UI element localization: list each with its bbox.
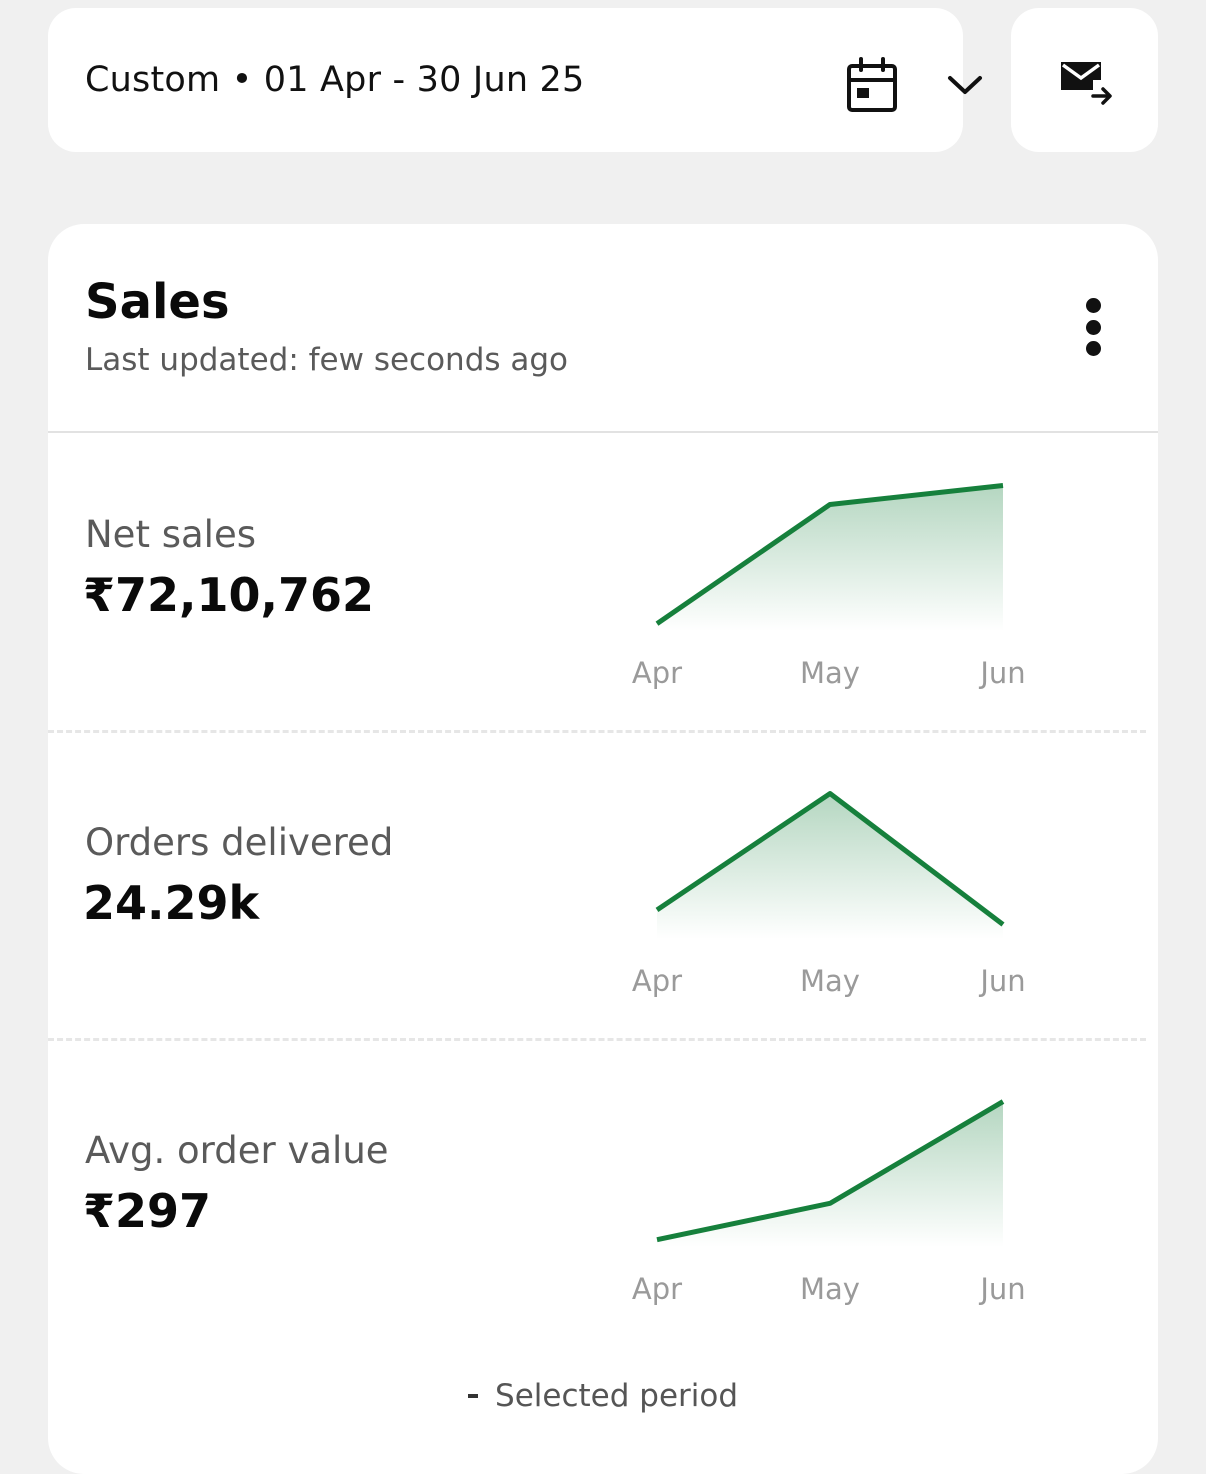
- metric-value: ₹72,10,762: [83, 568, 375, 622]
- x-tick-label: Jun: [978, 1272, 1025, 1306]
- metric-value: 24.29k: [83, 876, 260, 930]
- avg-order-value-sparkline: Apr May Jun: [632, 1099, 1026, 1306]
- x-tick-label: May: [800, 656, 860, 690]
- sparkline-area: [657, 1101, 1003, 1247]
- more-vertical-icon[interactable]: [1078, 296, 1110, 358]
- orders-delivered-sparkline: Apr May Jun: [632, 791, 1026, 998]
- metric-label: Orders delivered: [85, 821, 394, 864]
- metric-value: ₹297: [83, 1184, 212, 1238]
- legend-label: Selected period: [495, 1378, 739, 1414]
- card-title: Sales: [85, 274, 230, 330]
- metric-net-sales[interactable]: Net sales ₹72,10,762 Apr May Jun: [48, 433, 1158, 741]
- x-tick-label: Apr: [632, 964, 682, 998]
- x-tick-label: Jun: [978, 656, 1025, 690]
- net-sales-sparkline: Apr May Jun: [632, 483, 1026, 690]
- date-range-label: Custom • 01 Apr - 30 Jun 25: [85, 60, 585, 100]
- last-updated-text: Last updated: few seconds ago: [85, 342, 569, 378]
- metric-label: Avg. order value: [85, 1129, 389, 1172]
- legend-marker: [467, 1394, 478, 1398]
- sales-card: Sales Last updated: few seconds ago Net …: [48, 224, 1158, 1474]
- x-tick-label: Apr: [632, 1272, 682, 1306]
- chevron-down-icon[interactable]: [946, 72, 984, 98]
- sparkline-area: [657, 793, 1003, 939]
- calendar-icon[interactable]: [846, 56, 898, 114]
- metric-avg-order-value[interactable]: Avg. order value ₹297 Apr May Jun: [48, 1041, 1158, 1349]
- mail-forward-icon: [1061, 62, 1112, 105]
- x-tick-label: Apr: [632, 656, 682, 690]
- metric-orders-delivered[interactable]: Orders delivered 24.29k Apr May Jun: [48, 733, 1158, 1041]
- x-tick-label: May: [800, 1272, 860, 1306]
- date-range-picker[interactable]: Custom • 01 Apr - 30 Jun 25: [48, 8, 982, 152]
- email-report-button[interactable]: [1011, 8, 1158, 152]
- x-tick-label: May: [800, 964, 860, 998]
- metric-label: Net sales: [85, 513, 256, 556]
- x-tick-label: Jun: [978, 964, 1025, 998]
- chart-legend: Selected period: [48, 1378, 1158, 1414]
